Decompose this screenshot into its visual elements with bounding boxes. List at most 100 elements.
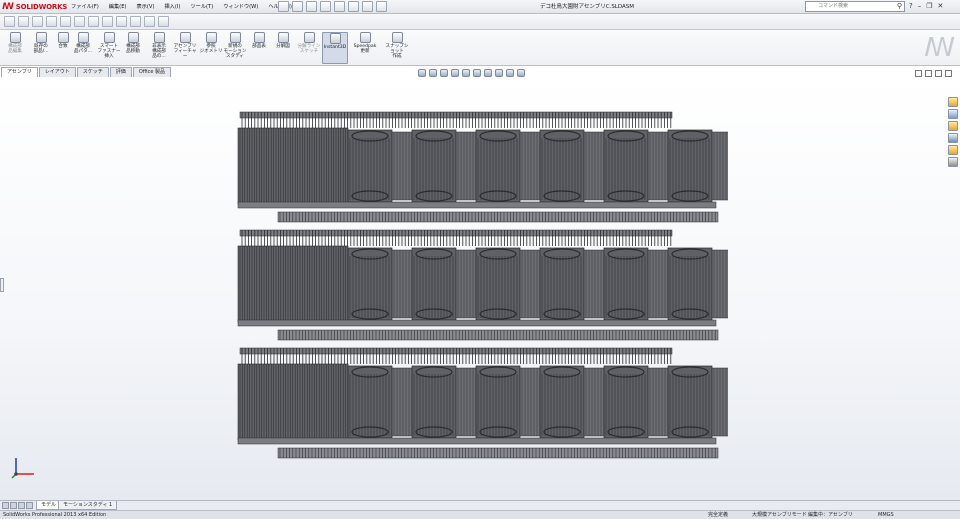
command-manager-tabs: アセンブリ レイアウト スケッチ 評価 Office 製品 (0, 67, 171, 77)
viewport-restore-icon[interactable] (935, 70, 942, 77)
help-icon[interactable]: ? (909, 1, 913, 12)
toolbar-icon-9[interactable] (116, 16, 127, 27)
zoom-to-fit-icon[interactable] (418, 69, 426, 77)
view-settings-icon[interactable] (517, 69, 525, 77)
toolbar-icon-4[interactable] (46, 16, 57, 27)
zoom-area-icon[interactable] (429, 69, 437, 77)
solidworks-resources-icon[interactable] (948, 97, 958, 107)
ribbon-button-12[interactable]: 分解ライン スケッチ (296, 32, 322, 64)
ribbon-button-0[interactable]: 構成部 品編集 (2, 32, 28, 64)
view-palette-icon[interactable] (948, 133, 958, 143)
viewport-minimize-icon[interactable] (925, 70, 932, 77)
ribbon-button-3[interactable]: 構成部 品パタ... (70, 32, 96, 64)
tab-1[interactable]: レイアウト (38, 67, 76, 77)
ribbon-button-14[interactable]: Speedpak 更新 (352, 32, 378, 64)
tab-scroll-last-icon[interactable] (26, 502, 33, 509)
tab-scroll-first-icon[interactable] (2, 502, 9, 509)
tab-3[interactable]: 評価 (109, 67, 132, 77)
ribbon-button-9-icon (229, 32, 241, 43)
design-library-icon[interactable] (948, 109, 958, 119)
search-icon[interactable]: ⚲ (897, 2, 902, 11)
command-search-input[interactable]: コマンド検索 ⚲ (805, 1, 905, 12)
ribbon-button-label: 構成部 品移動 (126, 44, 140, 55)
ribbon-button-label: 部品表 (252, 44, 266, 49)
ribbon-button-9[interactable]: 新規の モーション スタディ (222, 32, 248, 64)
appearance-icon[interactable] (158, 16, 169, 27)
viewport-split-icon[interactable] (915, 70, 922, 77)
toolbar-icon-5[interactable] (60, 16, 71, 27)
ribbon-button-label: 構成部 品編集 (8, 44, 22, 55)
toolbar-icon-7[interactable] (88, 16, 99, 27)
tab-scroll-prev-icon[interactable] (10, 502, 17, 509)
ribbon-button-5[interactable]: 構成部 品移動 (120, 32, 146, 64)
restore-icon[interactable]: ❐ (926, 1, 932, 12)
open-icon[interactable] (292, 1, 303, 12)
toolbar-icon-6[interactable] (74, 16, 85, 27)
ribbon-button-4[interactable]: スマート ファスナー 挿入 (96, 32, 122, 64)
custom-properties-icon[interactable] (948, 157, 958, 167)
tab-4[interactable]: Office 製品 (132, 67, 171, 77)
print-icon[interactable] (320, 1, 331, 12)
select-icon[interactable] (348, 1, 359, 12)
menu-item-3[interactable]: 挿入(I) (159, 1, 185, 13)
tab-scroll-next-icon[interactable] (18, 502, 25, 509)
ribbon-button-13[interactable]: Instant3D (322, 32, 348, 64)
assembly-model[interactable] (232, 108, 728, 472)
solidworks-logo[interactable]: ꟿ SOLIDWORKS (2, 2, 67, 12)
task-pane (948, 97, 960, 167)
display-style-icon[interactable] (473, 69, 481, 77)
ribbon-button-8[interactable]: 参照 ジオメトリ (198, 32, 224, 64)
apply-scene-icon[interactable] (506, 69, 514, 77)
rebuild-icon[interactable] (362, 1, 373, 12)
appearances-icon[interactable] (948, 145, 958, 155)
hide-show-items-icon[interactable] (484, 69, 492, 77)
menu-item-2[interactable]: 表示(V) (132, 1, 160, 13)
previous-view-icon[interactable] (440, 69, 448, 77)
new-document-icon[interactable] (278, 1, 289, 12)
window-controls: ? – ❐ ✕ (909, 1, 943, 12)
toolbar-icon-1[interactable] (4, 16, 15, 27)
ribbon-button-15[interactable]: スナップショット 作成 (384, 32, 410, 64)
ribbon-button-label: 新規の モーション スタディ (223, 44, 247, 60)
menu-item-4[interactable]: ツール(T) (185, 1, 218, 13)
menu-item-1[interactable]: 編集(E) (104, 1, 132, 13)
ribbon-button-8-icon (205, 32, 217, 43)
section-view-icon[interactable] (451, 69, 459, 77)
menu-item-5[interactable]: ウィンドウ(W) (218, 1, 263, 13)
ribbon-button-label: Instant3D (323, 45, 347, 50)
menu-bar: ファイル(F)編集(E)表示(V)挿入(I)ツール(T)ウィンドウ(W)ヘルプ(… (66, 1, 297, 13)
close-icon[interactable]: ✕ (938, 1, 944, 12)
ribbon-button-10[interactable]: 部品表 (246, 32, 272, 64)
ribbon-button-label: 合致 (58, 44, 68, 49)
ribbon-button-5-icon (127, 32, 139, 43)
ribbon-button-label: 既存の 部品/... (33, 44, 49, 55)
toolbar-icon-10[interactable] (130, 16, 141, 27)
save-icon[interactable] (306, 1, 317, 12)
ribbon-button-label: 分解図 (276, 44, 290, 49)
3ds-logo-icon: ꟿ (924, 33, 956, 63)
ribbon-button-7[interactable]: アセンブリ フィーチャー (172, 32, 198, 64)
ribbon-button-label: アセンブリ フィーチャー (173, 44, 197, 60)
minimize-icon[interactable]: – (918, 1, 922, 12)
ribbon-button-6[interactable]: 非表示 構成部 品の... (146, 32, 172, 64)
feature-manager-grip[interactable] (0, 278, 4, 292)
options-icon[interactable] (376, 1, 387, 12)
tab-0[interactable]: アセンブリ (1, 67, 38, 77)
tab-2[interactable]: スケッチ (76, 67, 109, 77)
select-filter-icon[interactable] (144, 16, 155, 27)
unit-system[interactable]: MMGS (878, 511, 894, 519)
undo-icon[interactable] (334, 1, 345, 12)
menu-item-0[interactable]: ファイル(F) (66, 1, 104, 13)
viewport-close-icon[interactable] (945, 70, 952, 77)
ribbon-button-label: スナップショット 作成 (385, 44, 409, 60)
rack-bottom-rail (237, 437, 717, 445)
toolbar-icon-8[interactable] (102, 16, 113, 27)
ribbon-button-11[interactable]: 分解図 (270, 32, 296, 64)
toolbar-icon-2[interactable] (18, 16, 29, 27)
tab-motion-study[interactable]: モーションスタディ 1 (58, 501, 118, 510)
view-orientation-icon[interactable] (462, 69, 470, 77)
toolbar-icon-3[interactable] (32, 16, 43, 27)
file-explorer-icon[interactable] (948, 121, 958, 131)
ribbon-button-label: スマート ファスナー 挿入 (97, 44, 121, 60)
edit-appearance-icon[interactable] (495, 69, 503, 77)
